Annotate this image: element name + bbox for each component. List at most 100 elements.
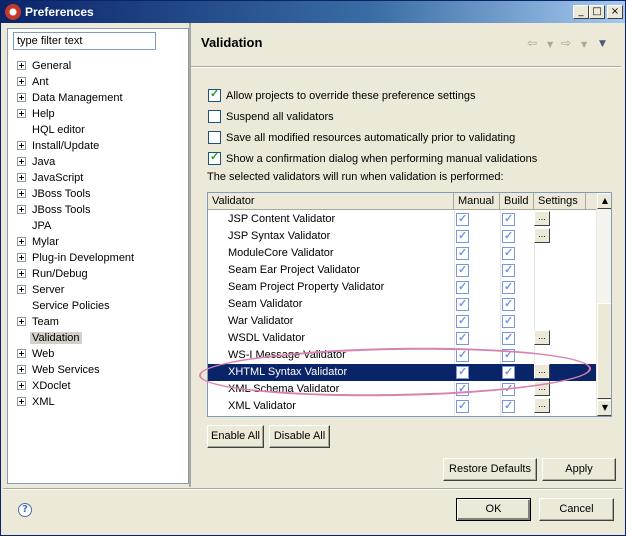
tree-item[interactable]: JPA — [8, 218, 188, 234]
build-checkbox[interactable] — [502, 347, 515, 364]
expand-icon[interactable] — [17, 61, 26, 70]
tree-item[interactable]: Plug-in Development — [8, 250, 188, 266]
minimize-button[interactable]: _ — [573, 5, 589, 19]
expand-icon[interactable] — [17, 317, 26, 326]
build-checkbox[interactable] — [502, 245, 515, 262]
tree-item[interactable]: HQL editor — [8, 122, 188, 138]
expand-icon[interactable] — [17, 381, 26, 390]
vertical-scrollbar[interactable]: ▲ ▼ — [596, 193, 611, 416]
expand-icon[interactable] — [17, 269, 26, 278]
back-dropdown-icon[interactable]: ▼ — [547, 40, 553, 49]
build-checkbox[interactable] — [502, 296, 515, 313]
table-row[interactable]: XML Validator... — [208, 398, 596, 415]
expand-icon[interactable] — [17, 365, 26, 374]
expand-icon[interactable] — [17, 93, 26, 102]
forward-dropdown-icon[interactable]: ▼ — [581, 40, 587, 49]
table-row[interactable]: ModuleCore Validator — [208, 245, 596, 262]
tree-item[interactable]: Mylar — [8, 234, 188, 250]
table-row[interactable]: JSP Syntax Validator... — [208, 228, 596, 245]
build-checkbox[interactable] — [502, 279, 515, 296]
tree-item[interactable]: Server — [8, 282, 188, 298]
tree-item[interactable]: Data Management — [8, 90, 188, 106]
build-checkbox[interactable] — [502, 313, 515, 330]
option-checkbox[interactable] — [208, 130, 221, 144]
close-button[interactable]: × — [607, 5, 623, 19]
expand-icon[interactable] — [17, 189, 26, 198]
table-row[interactable]: War Validator — [208, 313, 596, 330]
tree-item[interactable]: Team — [8, 314, 188, 330]
build-checkbox[interactable] — [502, 330, 515, 347]
column-header-validator[interactable]: Validator — [208, 193, 454, 210]
maximize-button[interactable]: □ — [589, 5, 605, 19]
disable-all-button[interactable]: Disable All — [269, 425, 330, 448]
expand-icon[interactable] — [17, 157, 26, 166]
settings-button[interactable]: ... — [534, 228, 550, 243]
table-row[interactable]: JSP Content Validator... — [208, 211, 596, 228]
build-checkbox[interactable] — [502, 398, 515, 415]
table-row[interactable]: XHTML Syntax Validator... — [208, 364, 596, 381]
manual-checkbox[interactable] — [456, 330, 469, 347]
forward-arrow-icon[interactable]: ⇨ — [561, 36, 571, 50]
option-checkbox-row[interactable]: Allow projects to override these prefere… — [208, 87, 475, 105]
expand-icon[interactable] — [17, 109, 26, 118]
settings-button[interactable]: ... — [534, 211, 550, 226]
build-checkbox[interactable] — [502, 228, 515, 245]
filter-input[interactable] — [13, 32, 156, 50]
manual-checkbox[interactable] — [456, 313, 469, 330]
expand-icon[interactable] — [17, 237, 26, 246]
manual-checkbox[interactable] — [456, 296, 469, 313]
expand-icon[interactable] — [17, 285, 26, 294]
tree-item[interactable]: Install/Update — [8, 138, 188, 154]
column-header-manual[interactable]: Manual — [454, 193, 500, 210]
option-checkbox-row[interactable]: Suspend all validators — [208, 109, 334, 126]
build-checkbox[interactable] — [502, 262, 515, 279]
title-bar[interactable]: Preferences _ □ × — [1, 1, 625, 23]
manual-checkbox[interactable] — [456, 228, 469, 245]
build-checkbox[interactable] — [502, 211, 515, 228]
table-row[interactable]: Seam Project Property Validator — [208, 279, 596, 296]
table-row[interactable]: WS-I Message Validator — [208, 347, 596, 364]
manual-checkbox[interactable] — [456, 245, 469, 262]
tree-item[interactable]: JavaScript — [8, 170, 188, 186]
back-arrow-icon[interactable]: ⇦ — [527, 36, 537, 50]
scroll-up-icon[interactable]: ▲ — [597, 193, 611, 209]
scrollbar-thumb[interactable] — [597, 303, 611, 399]
settings-button[interactable]: ... — [534, 330, 550, 345]
manual-checkbox[interactable] — [456, 398, 469, 415]
tree-item[interactable]: XML — [8, 394, 188, 410]
tree-item[interactable]: General — [8, 58, 188, 74]
table-row[interactable]: Seam Validator — [208, 296, 596, 313]
expand-icon[interactable] — [17, 77, 26, 86]
settings-button[interactable]: ... — [534, 398, 550, 413]
help-icon[interactable]: ? — [18, 503, 32, 517]
manual-checkbox[interactable] — [456, 262, 469, 279]
expand-icon[interactable] — [17, 173, 26, 182]
manual-checkbox[interactable] — [456, 211, 469, 228]
column-header-build[interactable]: Build — [500, 193, 534, 210]
ok-button[interactable]: OK — [456, 498, 531, 521]
settings-button[interactable]: ... — [534, 364, 550, 379]
tree-item[interactable]: Web Services — [8, 362, 188, 378]
manual-checkbox[interactable] — [456, 347, 469, 364]
tree-item[interactable]: XDoclet — [8, 378, 188, 394]
tree-item[interactable]: Validation — [8, 330, 188, 346]
option-checkbox-row[interactable]: Save all modified resources automaticall… — [208, 130, 515, 147]
option-checkbox[interactable] — [208, 150, 221, 165]
manual-checkbox[interactable] — [456, 364, 469, 381]
settings-button[interactable]: ... — [534, 381, 550, 396]
table-row[interactable]: XML Schema Validator... — [208, 381, 596, 398]
apply-button[interactable]: Apply — [542, 458, 616, 481]
option-checkbox[interactable] — [208, 87, 221, 102]
scroll-down-icon[interactable]: ▼ — [597, 400, 611, 416]
tree-item[interactable]: JBoss Tools — [8, 186, 188, 202]
expand-icon[interactable] — [17, 349, 26, 358]
tree-item[interactable]: Help — [8, 106, 188, 122]
build-checkbox[interactable] — [502, 364, 515, 381]
table-row[interactable]: Seam Ear Project Validator — [208, 262, 596, 279]
expand-icon[interactable] — [17, 253, 26, 262]
build-checkbox[interactable] — [502, 381, 515, 398]
tree-item[interactable]: Run/Debug — [8, 266, 188, 282]
tree-item[interactable]: Ant — [8, 74, 188, 90]
column-header-settings[interactable]: Settings — [534, 193, 586, 210]
manual-checkbox[interactable] — [456, 279, 469, 296]
